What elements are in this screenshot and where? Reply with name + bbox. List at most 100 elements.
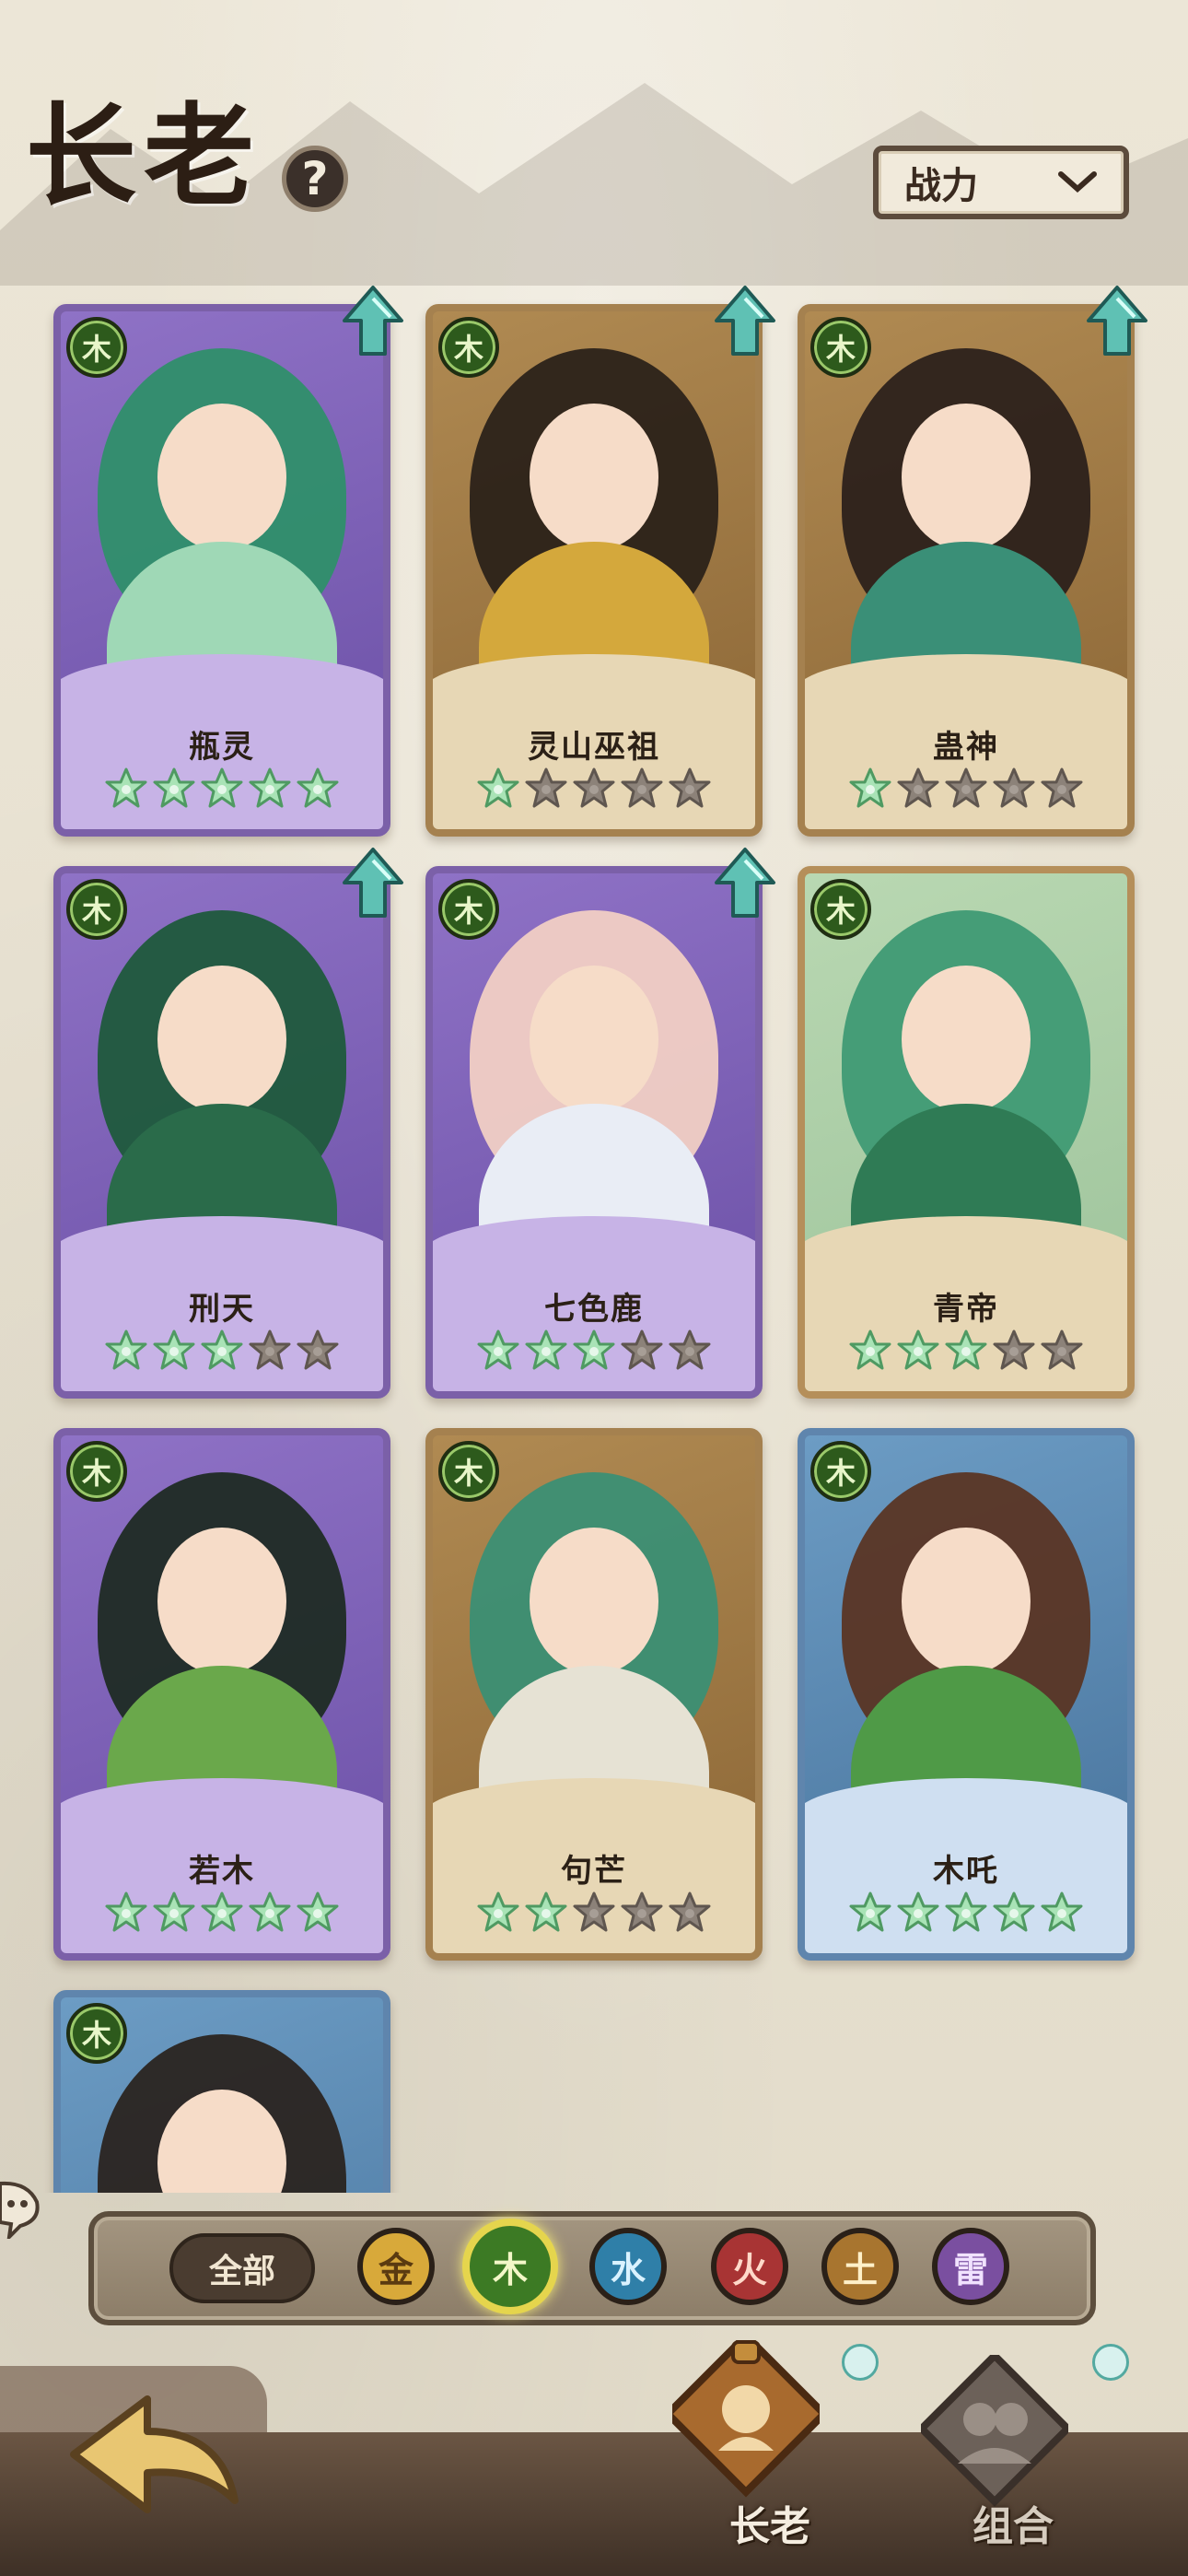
star-rating: [805, 1891, 1127, 1937]
star-icon: [621, 1329, 663, 1370]
elder-card[interactable]: 刑天 木: [53, 866, 390, 1399]
star-icon: [477, 1329, 519, 1370]
star-icon: [297, 1891, 339, 1932]
tab-combination-label: 组合: [973, 2503, 1054, 2550]
star-rating: [61, 767, 383, 813]
element-wood-badge: 木: [66, 879, 127, 940]
character-name: 若木: [189, 1853, 255, 1890]
star-rating: [433, 767, 755, 813]
back-arrow-icon[interactable]: [64, 2381, 249, 2537]
filter-element-2[interactable]: 水: [589, 2228, 667, 2305]
elder-card[interactable]: 若木 木: [53, 1428, 390, 1961]
star-icon: [105, 767, 147, 808]
element-wood-badge: 木: [438, 879, 499, 940]
element-wood-badge: 木: [66, 1441, 127, 1502]
star-icon: [477, 767, 519, 808]
elder-card[interactable]: 木: [53, 1990, 390, 2193]
star-icon: [621, 767, 663, 808]
star-rating: [433, 1329, 755, 1375]
star-rating: [433, 1891, 755, 1937]
star-rating: [805, 1329, 1127, 1375]
upgrade-arrow-icon: [343, 286, 403, 356]
elder-card[interactable]: 瓶灵 木: [53, 304, 390, 837]
chat-bubble-icon[interactable]: [0, 2174, 46, 2242]
star-icon: [669, 1329, 711, 1370]
star-icon: [201, 767, 243, 808]
elder-card[interactable]: 句芒 木: [425, 1428, 763, 1961]
star-icon: [477, 1891, 519, 1932]
elder-card[interactable]: 木吒 木: [798, 1428, 1135, 1961]
star-icon: [249, 767, 291, 808]
tab-elder-icon[interactable]: [672, 2340, 820, 2506]
upgrade-arrow-icon: [343, 848, 403, 918]
star-icon: [945, 1891, 987, 1932]
star-icon: [573, 1329, 615, 1370]
star-icon: [525, 1329, 567, 1370]
tab-elder-label: 长老: [729, 2503, 810, 2550]
filter-element-5[interactable]: 雷: [932, 2228, 1009, 2305]
star-icon: [153, 767, 195, 808]
character-name: 刑天: [189, 1291, 255, 1328]
filter-element-3[interactable]: 火: [711, 2228, 788, 2305]
character-name: 句芒: [561, 1853, 627, 1890]
star-icon: [249, 1329, 291, 1370]
star-icon: [201, 1329, 243, 1370]
star-icon: [993, 1891, 1035, 1932]
elder-card[interactable]: 灵山巫祖 木: [425, 304, 763, 837]
star-icon: [297, 1329, 339, 1370]
element-wood-badge: 木: [66, 2003, 127, 2064]
star-icon: [105, 1329, 147, 1370]
filter-element-4[interactable]: 土: [821, 2228, 899, 2305]
star-icon: [897, 1891, 939, 1932]
star-icon: [153, 1891, 195, 1932]
elder-card-grid: 瓶灵木灵山巫祖木蛊神木刑天木七色鹿木青帝木若木木句芒木木吒木木: [0, 0, 1188, 2193]
star-icon: [153, 1329, 195, 1370]
star-icon: [573, 1891, 615, 1932]
star-rating: [805, 767, 1127, 813]
star-icon: [249, 1891, 291, 1932]
star-icon: [993, 1329, 1035, 1370]
elder-card[interactable]: 蛊神 木: [798, 304, 1135, 837]
elder-card[interactable]: 青帝 木: [798, 866, 1135, 1399]
star-icon: [897, 767, 939, 808]
star-icon: [993, 767, 1035, 808]
element-wood-badge: 木: [438, 1441, 499, 1502]
star-icon: [849, 1891, 891, 1932]
character-name: 蛊神: [933, 729, 999, 766]
star-icon: [573, 767, 615, 808]
star-icon: [945, 1329, 987, 1370]
upgrade-arrow-icon: [1087, 286, 1147, 356]
character-name: 七色鹿: [544, 1291, 644, 1328]
star-icon: [669, 767, 711, 808]
star-icon: [201, 1891, 243, 1932]
upgrade-arrow-icon: [715, 286, 775, 356]
star-icon: [1041, 1329, 1083, 1370]
character-name: 青帝: [933, 1291, 999, 1328]
element-wood-badge: 木: [438, 317, 499, 378]
element-wood-badge: 木: [810, 1441, 871, 1502]
element-wood-badge: 木: [810, 879, 871, 940]
star-icon: [105, 1891, 147, 1932]
character-name: 灵山巫祖: [528, 729, 660, 766]
element-wood-badge: 木: [66, 317, 127, 378]
combination-upgrade-indicator-icon: [1092, 2344, 1129, 2381]
star-rating: [61, 1329, 383, 1375]
filter-element-0[interactable]: 金: [357, 2228, 435, 2305]
character-name: 木吒: [933, 1853, 999, 1890]
star-icon: [621, 1891, 663, 1932]
filter-element-1[interactable]: 木: [462, 2219, 558, 2314]
star-icon: [1041, 1891, 1083, 1932]
character-name: 瓶灵: [189, 729, 255, 766]
filter-all-button[interactable]: 全部: [169, 2233, 315, 2303]
star-rating: [61, 1891, 383, 1937]
elder-card[interactable]: 七色鹿 木: [425, 866, 763, 1399]
star-icon: [525, 767, 567, 808]
elder-upgrade-indicator-icon: [842, 2344, 879, 2381]
star-icon: [897, 1329, 939, 1370]
star-icon: [669, 1891, 711, 1932]
star-icon: [849, 767, 891, 808]
star-icon: [945, 767, 987, 808]
star-icon: [297, 767, 339, 808]
element-wood-badge: 木: [810, 317, 871, 378]
star-icon: [849, 1329, 891, 1370]
